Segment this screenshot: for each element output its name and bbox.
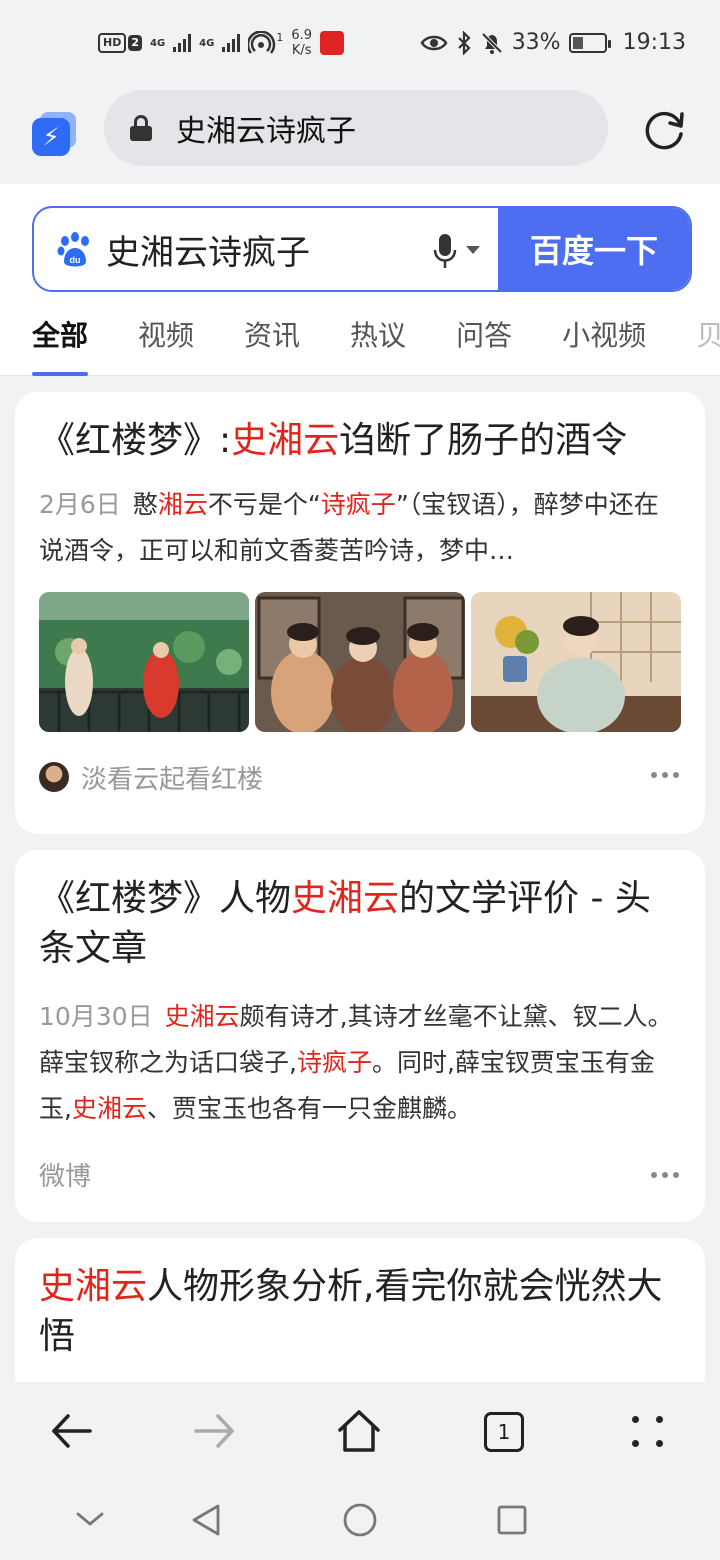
nav-recents-icon[interactable] xyxy=(496,1504,528,1536)
app-notification-icon xyxy=(320,31,345,55)
clock: 19:13 xyxy=(622,30,686,55)
sim-badge: 2 xyxy=(128,35,142,51)
result-source[interactable]: 淡看云起看红楼 xyxy=(81,759,263,796)
result-title[interactable]: 《红楼梦》:史湘云诌断了肠子的酒令 xyxy=(15,392,705,466)
tab-news[interactable]: 资讯 xyxy=(244,314,300,376)
result-source-row: 微博 xyxy=(15,1132,705,1216)
search-button[interactable]: 百度一下 xyxy=(498,208,690,290)
chevron-down-icon[interactable] xyxy=(74,1506,106,1530)
status-bar: HD 2 4G 4G 1 6.9 K/s 33% 19:13 xyxy=(0,0,720,90)
bluetooth-icon xyxy=(457,30,471,55)
tab-cutoff[interactable]: 贝 xyxy=(696,314,720,376)
result-card[interactable]: 《红楼梦》:史湘云诌断了肠子的酒令 2月6日 憨湘云不亏是个“诗疯子”（宝钗语），… xyxy=(15,392,705,834)
hotspot-icon xyxy=(248,31,276,54)
forward-arrow-icon[interactable] xyxy=(190,1406,240,1456)
reload-icon[interactable] xyxy=(640,106,688,154)
menu-icon[interactable] xyxy=(632,1416,664,1448)
result-images xyxy=(15,592,705,732)
result-date: 10月30日 xyxy=(39,1002,153,1031)
result-card[interactable]: 史湘云人物形象分析,看完你就会恍然大悟 xyxy=(15,1238,705,1398)
avatar xyxy=(39,762,69,792)
result-date: 2月6日 xyxy=(39,490,121,519)
battery-percent: 33% xyxy=(511,30,561,55)
result-image[interactable] xyxy=(255,592,465,732)
baidu-paw-icon: du xyxy=(57,232,89,267)
svg-text:du: du xyxy=(70,255,81,265)
chevron-down-icon[interactable] xyxy=(466,246,480,254)
net-label-2: 4G xyxy=(199,37,215,49)
browser-toolbar: 1 xyxy=(0,1382,720,1482)
battery-level xyxy=(572,36,583,49)
tab-video[interactable]: 视频 xyxy=(138,314,194,376)
speed-value: 6.9 xyxy=(291,28,313,43)
result-image[interactable] xyxy=(471,592,681,732)
status-right: 33% 19:13 xyxy=(420,30,686,55)
eye-icon xyxy=(420,35,448,50)
browser-bar: ⚡ 史湘云诗疯子 xyxy=(0,90,720,184)
signal-icon xyxy=(173,34,192,52)
lock-icon xyxy=(130,115,152,141)
tab-qa[interactable]: 问答 xyxy=(456,314,512,376)
mute-bell-icon xyxy=(481,32,503,54)
result-image[interactable] xyxy=(39,592,249,732)
more-icon[interactable] xyxy=(651,772,679,778)
home-icon[interactable] xyxy=(334,1406,384,1456)
url-bar[interactable]: 史湘云诗疯子 xyxy=(104,90,608,166)
status-left: HD 2 4G 4G 1 6.9 K/s xyxy=(98,28,345,58)
battery-icon xyxy=(568,32,611,53)
nav-back-icon[interactable] xyxy=(188,1502,224,1538)
result-title[interactable]: 《红楼梦》人物史湘云的文学评价 - 头条文章 xyxy=(15,850,705,974)
more-icon[interactable] xyxy=(651,1172,679,1178)
nav-home-icon[interactable] xyxy=(342,1502,378,1538)
net-label-1: 4G xyxy=(150,37,166,49)
search-tabs: 全部 视频 资讯 热议 问答 小视频 贝 xyxy=(32,314,720,376)
network-speed: 6.9 K/s xyxy=(291,28,312,58)
hd-badge: HD xyxy=(98,33,127,53)
result-snippet: 10月30日 史湘云颇有诗才,其诗才丝毫不让黛、钗二人。薛宝钗称之为话口袋子,诗疯… xyxy=(39,1002,673,1123)
signal-icon-2 xyxy=(222,34,241,52)
result-source-row: 淡看云起看红楼 xyxy=(15,732,705,822)
lightning-icon[interactable]: ⚡ xyxy=(32,112,76,156)
search-header: du 百度一下 全部 视频 资讯 热议 问答 小视频 贝 xyxy=(0,184,720,376)
tab-discussion[interactable]: 热议 xyxy=(350,314,406,376)
tabs-count-button[interactable]: 1 xyxy=(484,1412,524,1452)
url-text: 史湘云诗疯子 xyxy=(176,114,356,149)
tab-all[interactable]: 全部 xyxy=(32,314,89,376)
result-card[interactable]: 《红楼梦》人物史湘云的文学评价 - 头条文章 10月30日 史湘云颇有诗才,其诗才… xyxy=(15,850,705,1222)
search-input[interactable] xyxy=(106,208,406,290)
system-nav-bar xyxy=(0,1482,720,1560)
result-snippet: 2月6日 憨湘云不亏是个“诗疯子”（宝钗语），醉梦中还在说酒令，正可以和前文香菱苦… xyxy=(39,490,659,565)
result-source[interactable]: 微博 xyxy=(39,1156,91,1193)
hotspot-count: 1 xyxy=(276,30,284,44)
back-arrow-icon[interactable] xyxy=(46,1406,96,1456)
result-title[interactable]: 史湘云人物形象分析,看完你就会恍然大悟 xyxy=(15,1238,705,1362)
search-box: du 百度一下 xyxy=(32,206,692,292)
microphone-icon[interactable] xyxy=(432,232,458,270)
tab-short-video[interactable]: 小视频 xyxy=(562,314,646,376)
speed-unit: K/s xyxy=(291,43,312,58)
